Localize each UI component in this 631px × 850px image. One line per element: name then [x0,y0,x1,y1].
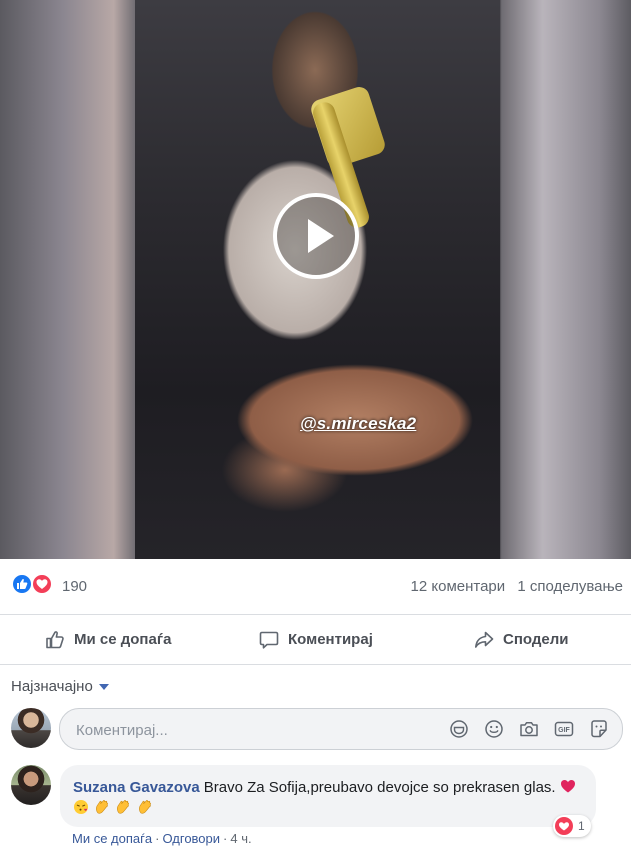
like-button-label: Ми се допаѓа [74,631,172,648]
current-user-avatar[interactable] [11,708,51,748]
comment-like-link[interactable]: Ми се допаѓа [72,831,152,846]
comment-author-name[interactable]: Suzana Gavazova [73,779,200,796]
reaction-count[interactable]: 190 [62,578,87,595]
love-reaction-icon [555,817,573,835]
reactions-summary: 190 12 коментари 1 споделување [0,559,631,615]
comment-sort-dropdown[interactable]: Најзначајно [11,678,109,695]
thumbs-up-icon [46,630,64,648]
comment-author-avatar[interactable] [11,765,51,805]
comment-input-icons: GIF [435,718,610,740]
play-button[interactable] [273,193,359,279]
clapping-hands-emoji [115,799,131,815]
camera-icon[interactable] [518,718,540,740]
shares-count-link[interactable]: 1 споделување [517,578,623,595]
video-player[interactable]: @s.mirceska2 [0,0,631,559]
comment-button[interactable]: Коментирај [258,615,373,664]
red-heart-emoji [560,778,576,794]
post-actions: Ми се допаѓа Коментирај Сподели [0,615,631,665]
caret-down-icon [98,684,109,690]
sticker-face-icon[interactable] [448,718,470,740]
comment-meta: Ми се допаѓа · Одговори · 4 ч. [72,831,252,846]
comment-reaction-badge[interactable]: 1 [553,815,591,837]
comment-share-stats: 12 коментари 1 споделување [403,578,623,595]
comment-input[interactable] [74,718,418,742]
face-blowing-kiss-emoji [73,799,89,815]
like-reaction-icon [11,573,33,595]
comment-input-box[interactable]: GIF [59,708,623,750]
sort-label: Најзначајно [11,678,93,695]
svg-text:GIF: GIF [558,727,570,734]
love-reaction-icon [31,573,53,595]
comment-bubble-icon [259,631,279,649]
video-overlay-tag: @s.mirceska2 [300,414,417,433]
gif-icon[interactable]: GIF [553,718,575,740]
clapping-hands-emoji [94,799,110,815]
share-button-label: Сподели [503,631,569,648]
sticker-icon[interactable] [588,718,610,740]
comment-reaction-count: 1 [578,819,585,833]
share-arrow-icon [475,631,494,648]
comment-reply-link[interactable]: Одговори [162,831,220,846]
clapping-hands-emoji [137,799,153,815]
comments-count-link[interactable]: 12 коментари [411,578,506,595]
comment-text: Bravo Za Sofija,preubavo devojce so prek… [203,779,556,796]
play-icon [308,219,334,253]
like-button[interactable]: Ми се допаѓа [44,615,171,664]
video-frame [135,0,500,559]
comment-bubble: Suzana Gavazova Bravo Za Sofija,preubavo … [60,765,596,827]
comment-button-label: Коментирај [288,631,373,648]
share-button[interactable]: Сподели [473,615,568,664]
comment-timestamp[interactable]: 4 ч. [230,831,251,846]
reaction-icons[interactable] [11,573,57,595]
emoji-icon[interactable] [483,718,505,740]
